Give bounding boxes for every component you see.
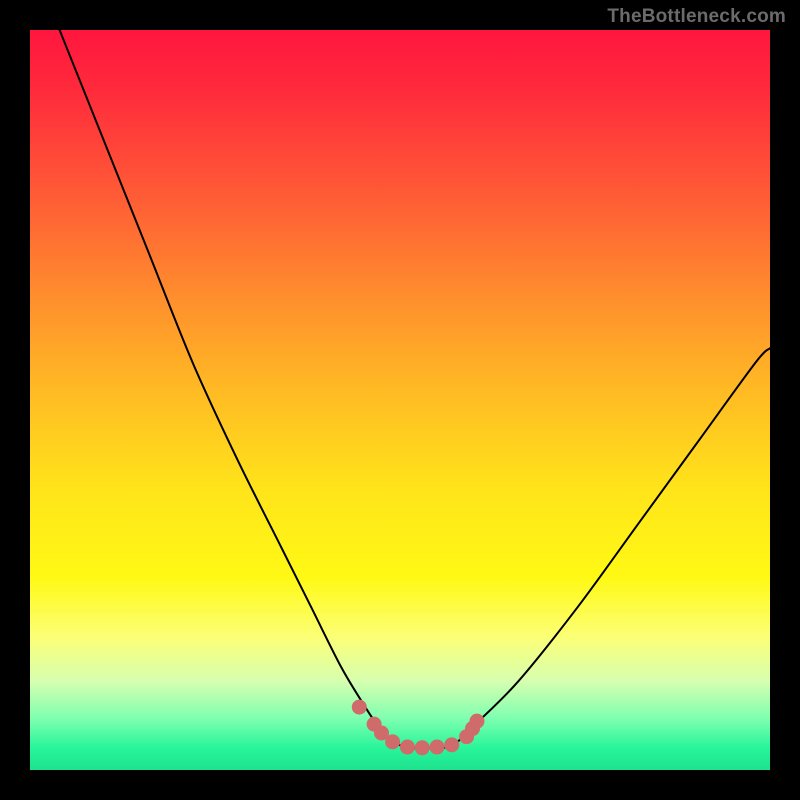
plot-area — [30, 30, 770, 770]
marker-dots-layer — [30, 30, 770, 770]
marker-dots — [352, 700, 485, 756]
marker-dot — [352, 700, 367, 715]
marker-dot — [444, 737, 459, 752]
marker-dot — [400, 740, 415, 755]
marker-dot — [415, 740, 430, 755]
watermark-text: TheBottleneck.com — [607, 6, 786, 28]
marker-dot — [385, 734, 400, 749]
marker-dot — [469, 714, 484, 729]
marker-dot — [430, 740, 445, 755]
